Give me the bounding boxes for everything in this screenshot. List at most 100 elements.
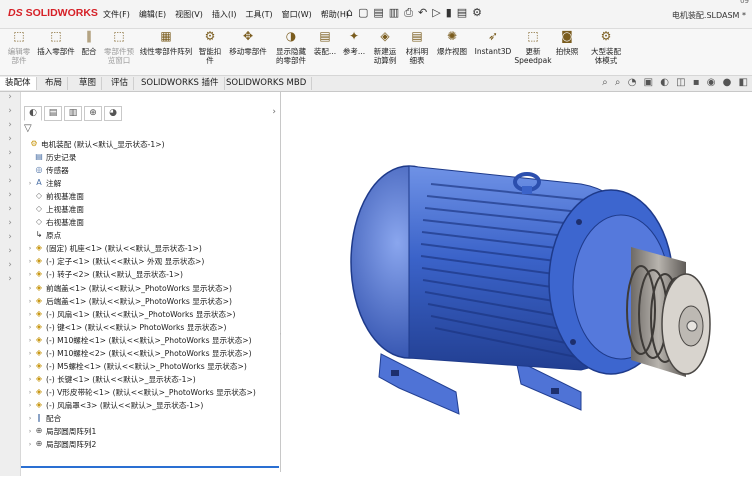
menu-item-2[interactable]: 视图(V) xyxy=(175,9,203,20)
task-pane-icon[interactable]: › xyxy=(0,106,20,120)
solidworks-logo[interactable]: DS SOLIDWORKS xyxy=(8,7,98,19)
tab-1[interactable]: 布局 xyxy=(40,77,69,90)
tree-item[interactable]: › ◈ (-) M10螺栓<1> (默认<<默认>_PhotoWorks 显示状态>… xyxy=(21,334,279,347)
ribbon-button-4[interactable]: ▦ 线性零部件阵列 xyxy=(138,30,194,56)
panel-tab-icon-3[interactable]: ⊕ xyxy=(84,106,102,121)
panel-tab-icon-1[interactable]: ▤ xyxy=(44,106,62,121)
expand-arrow-icon[interactable]: › xyxy=(26,386,34,399)
tree-item[interactable]: › ⊕ 局部圆周阵列1 xyxy=(21,425,279,438)
expand-arrow-icon[interactable]: › xyxy=(26,177,34,190)
tree-item[interactable]: ◇ 右视基准面 xyxy=(21,216,279,229)
tree-item[interactable]: ◇ 上视基准面 xyxy=(21,203,279,216)
ribbon-button-6[interactable]: ✥ 移动零部件 xyxy=(226,30,270,56)
heads-up-view-toolbar[interactable]: ⌕ ⌕ ◔ ▣ ◐ ◫ ▪ ◉ ● ◧ xyxy=(602,77,750,88)
ribbon-button-16[interactable]: ⚙ 大型装配 体模式 xyxy=(583,30,629,65)
tab-3[interactable]: 评估 xyxy=(106,77,135,90)
ribbon-button-2[interactable]: ∥ 配合 xyxy=(78,30,100,56)
expand-arrow-icon[interactable]: › xyxy=(26,334,34,347)
expand-arrow-icon[interactable]: › xyxy=(26,373,34,386)
menu-item-5[interactable]: 窗口(W) xyxy=(282,9,312,20)
quick-access-icon-3[interactable]: ▥ xyxy=(389,6,399,20)
panel-tab-icon-4[interactable]: ◕ xyxy=(104,106,122,121)
ribbon-button-8[interactable]: ▤ 装配... xyxy=(312,30,338,56)
tree-item[interactable]: › ◈ (-) 风扇罩<3> (默认<<默认>_显示状态-1>) xyxy=(21,399,279,412)
panel-scroll-chevron-icon[interactable]: › xyxy=(272,107,276,117)
expand-arrow-icon[interactable]: › xyxy=(26,255,34,268)
tree-item[interactable]: › ◈ (固定) 机座<1> (默认<<默认_显示状态-1>) xyxy=(21,242,279,255)
filter-icon[interactable]: ▽ xyxy=(24,123,32,134)
tab-0[interactable]: 装配体 xyxy=(0,77,37,90)
ribbon-button-11[interactable]: ▤ 材料明 细表 xyxy=(402,30,432,65)
task-pane-icon[interactable]: › xyxy=(0,176,20,190)
expand-arrow-icon[interactable]: › xyxy=(26,321,34,334)
expand-arrow-icon[interactable]: › xyxy=(26,412,34,425)
tree-item[interactable]: ◇ 前视基准面 xyxy=(21,190,279,203)
task-pane-icon[interactable]: › xyxy=(0,232,20,246)
quick-access-icon-6[interactable]: ▷ xyxy=(432,6,440,20)
ribbon-button-7[interactable]: ◑ 显示隐藏 的零部件 xyxy=(273,30,309,65)
task-pane-icon[interactable]: › xyxy=(0,190,20,204)
menu-item-4[interactable]: 工具(T) xyxy=(245,9,272,20)
menu-item-6[interactable]: 帮助(H) xyxy=(321,9,349,20)
ribbon-button-14[interactable]: ⬚ 更新 Speedpak xyxy=(514,30,552,65)
tree-item[interactable]: ◎ 传感器 xyxy=(21,164,279,177)
expand-arrow-icon[interactable]: › xyxy=(26,425,34,438)
panel-tab-icon-0[interactable]: ◐ xyxy=(24,106,42,121)
task-pane-icon[interactable]: › xyxy=(0,134,20,148)
tree-item[interactable]: › ∥ 配合 xyxy=(21,412,279,425)
tree-item[interactable]: ⚙ 电机装配 (默认<默认_显示状态-1>) xyxy=(21,138,279,151)
task-pane-icon[interactable]: › xyxy=(0,204,20,218)
quick-access-icon-5[interactable]: ↶ xyxy=(418,6,427,20)
task-pane-icon[interactable]: › xyxy=(0,218,20,232)
tree-item[interactable]: › ◈ (-) 长键<1> (默认<<默认>_显示状态-1>) xyxy=(21,373,279,386)
quick-access-icon-4[interactable]: ⎙ xyxy=(404,6,413,20)
tree-item[interactable]: › ◈ 前端盖<1> (默认<<默认>_PhotoWorks 显示状态>) xyxy=(21,282,279,295)
ribbon-button-15[interactable]: ◙ 拍快照 xyxy=(552,30,582,56)
ribbon-button-12[interactable]: ✺ 爆炸视图 xyxy=(434,30,470,56)
quick-access-icon-7[interactable]: ▮ xyxy=(446,6,452,20)
ribbon-button-0[interactable]: ⬚ 编辑零 部件 xyxy=(4,30,34,65)
tree-item[interactable]: › A 注解 xyxy=(21,177,279,190)
expand-arrow-icon[interactable]: › xyxy=(26,360,34,373)
tree-item[interactable]: › ⊕ 局部圆周阵列2 xyxy=(21,438,279,451)
motor-model-icon[interactable] xyxy=(281,92,752,476)
task-pane-icon[interactable]: › xyxy=(0,92,20,106)
expand-arrow-icon[interactable]: › xyxy=(26,242,34,255)
tree-item[interactable]: › ◈ (-) 转子<2> (默认<默认_显示状态-1>) xyxy=(21,268,279,281)
quick-access-icon-2[interactable]: ▤ xyxy=(373,6,383,20)
task-pane-icon[interactable]: › xyxy=(0,162,20,176)
expand-arrow-icon[interactable]: › xyxy=(26,295,34,308)
task-pane-icon[interactable]: › xyxy=(0,148,20,162)
expand-arrow-icon[interactable]: › xyxy=(26,282,34,295)
tree-item[interactable]: › ◈ (-) 风扇<1> (默认<<默认>_PhotoWorks 显示状态>) xyxy=(21,308,279,321)
tab-5[interactable]: SOLIDWORKS MBD xyxy=(221,77,313,90)
expand-arrow-icon[interactable]: › xyxy=(26,308,34,321)
tree-item[interactable]: › ◈ (-) M5螺栓<1> (默认<<默认>_PhotoWorks 显示状态>) xyxy=(21,360,279,373)
tree-item[interactable]: ↳ 原点 xyxy=(21,229,279,242)
task-pane-icon[interactable]: › xyxy=(0,274,20,288)
ribbon-button-1[interactable]: ⬚ 插入零部件 xyxy=(36,30,76,56)
tree-item[interactable]: › ◈ (-) 定子<1> (默认<<默认> 外观 显示状态>) xyxy=(21,255,279,268)
ribbon-button-10[interactable]: ◈ 新建运 动算例 xyxy=(370,30,400,65)
ribbon-button-13[interactable]: ➶ Instant3D xyxy=(473,30,513,56)
tree-item[interactable]: › ◈ 后端盖<1> (默认<<默认>_PhotoWorks 显示状态>) xyxy=(21,295,279,308)
task-pane-icon[interactable]: › xyxy=(0,260,20,274)
menu-item-0[interactable]: 文件(F) xyxy=(103,9,130,20)
tab-2[interactable]: 草图 xyxy=(74,77,103,90)
task-pane-icon[interactable]: › xyxy=(0,120,20,134)
tree-item[interactable]: ▤ 历史记录 xyxy=(21,151,279,164)
expand-arrow-icon[interactable]: › xyxy=(26,347,34,360)
tab-4[interactable]: SOLIDWORKS 插件 xyxy=(136,77,225,90)
menu-item-1[interactable]: 编辑(E) xyxy=(139,9,166,20)
expand-arrow-icon[interactable]: › xyxy=(26,399,34,412)
expand-arrow-icon[interactable]: › xyxy=(26,268,34,281)
task-pane-icon[interactable]: › xyxy=(0,246,20,260)
ribbon-button-5[interactable]: ⚙ 智能扣件 xyxy=(196,30,224,65)
menu-item-3[interactable]: 插入(I) xyxy=(212,9,237,20)
graphics-viewport[interactable] xyxy=(281,92,752,476)
quick-access-icon-1[interactable]: ▢ xyxy=(358,6,368,20)
quick-access-icon-8[interactable]: ▤ xyxy=(457,6,467,20)
expand-arrow-icon[interactable]: › xyxy=(26,438,34,451)
ribbon-button-3[interactable]: ⬚ 零部件预 览窗口 xyxy=(100,30,138,65)
panel-tab-icon-2[interactable]: ▥ xyxy=(64,106,82,121)
